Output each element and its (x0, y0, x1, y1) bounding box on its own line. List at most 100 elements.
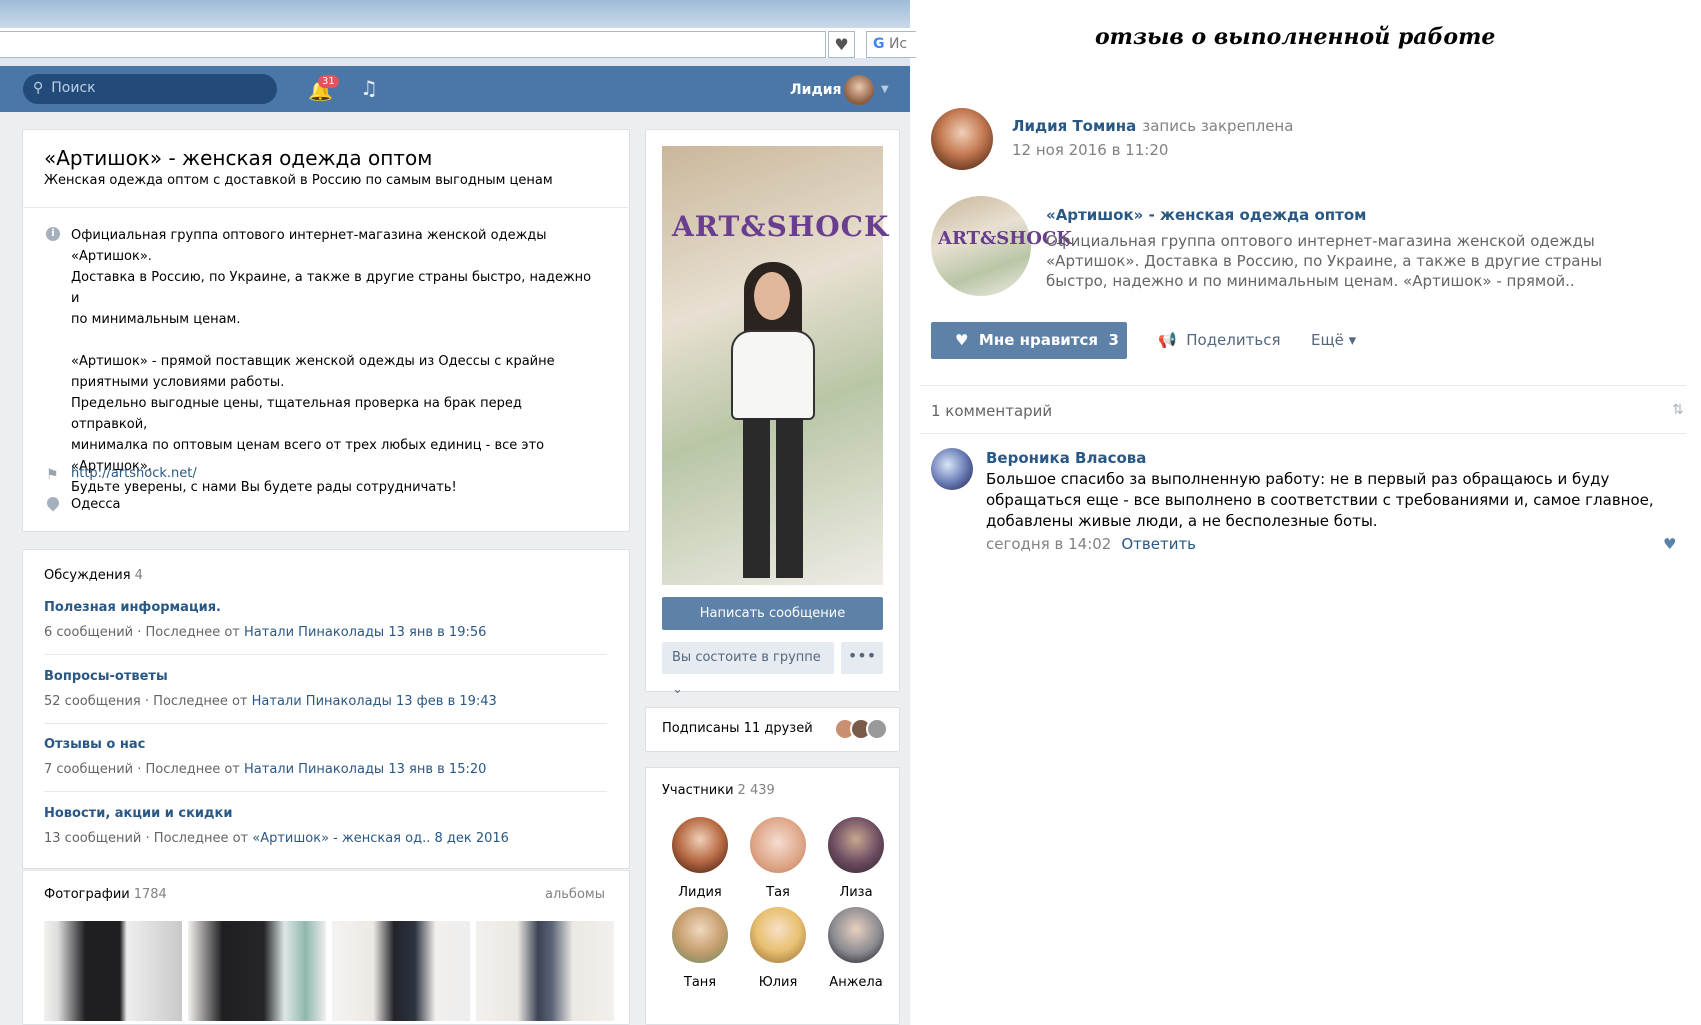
more-button[interactable]: ••• (841, 642, 883, 674)
member-avatar[interactable] (672, 817, 728, 873)
member-name[interactable]: Таня (660, 975, 740, 990)
topic-date-link[interactable]: 13 янв в 15:20 (388, 762, 486, 777)
music-icon[interactable]: ♫ (360, 76, 378, 100)
send-message-button[interactable]: Написать сообщение (662, 597, 883, 630)
group-website-link[interactable]: http://artshock.net/ (71, 466, 197, 481)
repost-text: Официальная группа оптового интернет-маг… (1046, 232, 1603, 290)
reply-link[interactable]: Ответить (1121, 535, 1196, 553)
browser-tabstrip (0, 0, 910, 28)
membership-button[interactable]: Вы состоите в группе ⌄ (662, 642, 834, 697)
member-avatar[interactable] (750, 817, 806, 873)
topic-date-link[interactable]: 8 дек 2016 (434, 831, 508, 846)
topic-author-link[interactable]: Натали Пинаколады (244, 762, 384, 777)
topic-meta-4: 13 сообщений · Последнее от «Артишок» - … (44, 831, 509, 846)
repost-title[interactable]: «Артишок» - женская одежда оптом (1046, 206, 1366, 224)
topic-author-link[interactable]: Натали Пинаколады (244, 625, 384, 640)
albums-link[interactable]: альбомы (545, 887, 605, 902)
topic-title-4[interactable]: Новости, акции и скидки (44, 806, 232, 821)
member-name[interactable]: Юлия (738, 975, 818, 990)
topic-last-prefix: Последнее от (145, 625, 240, 640)
member-name[interactable]: Лиза (816, 885, 896, 900)
post-author-link[interactable]: Лидия Томина (1012, 117, 1136, 135)
member-avatar[interactable] (750, 907, 806, 963)
more-label: Ещё (1311, 331, 1344, 349)
member-name[interactable]: Лидия (660, 885, 740, 900)
post-date[interactable]: 12 ноя 2016 в 11:20 (1012, 141, 1168, 159)
topic-count: 52 сообщения (44, 694, 141, 709)
chevron-down-icon: ⌄ (672, 682, 683, 697)
topic-author-link[interactable]: «Артишок» - женская од.. (252, 831, 430, 846)
discussions-label: Обсуждения (44, 568, 131, 583)
photo-thumbnail[interactable] (476, 921, 614, 1021)
heart-icon[interactable]: ♥ (1663, 535, 1676, 553)
topic-meta-1: 6 сообщений · Последнее от Натали Пинако… (44, 625, 487, 640)
divider (920, 385, 1686, 386)
divider (22, 207, 630, 208)
photo-thumbnail[interactable] (332, 921, 470, 1021)
member-avatar[interactable] (828, 817, 884, 873)
link-icon: ⚑ (46, 467, 59, 483)
topic-count: 13 сообщений (44, 831, 142, 846)
divider (920, 433, 1686, 434)
megaphone-icon: 📢 (1158, 331, 1177, 349)
pinned-label: запись закреплена (1142, 117, 1294, 135)
like-label: Мне нравится (978, 331, 1099, 349)
share-label: Поделиться (1186, 331, 1281, 349)
friends-subscribed[interactable]: Подписаны 11 друзей (662, 721, 813, 736)
member-name[interactable]: Анжела (816, 975, 896, 990)
post-more-button[interactable]: Ещё ▾ (1311, 331, 1356, 349)
like-button[interactable]: ♥ Мне нравится 3 (931, 322, 1127, 359)
notifications-badge: 31 (318, 75, 339, 88)
discussions-count: 4 (134, 568, 143, 583)
photo-thumbnail[interactable] (188, 921, 326, 1021)
search-input[interactable]: ⚲ Поиск (23, 74, 277, 104)
divider (44, 791, 607, 792)
post-author-avatar[interactable] (931, 108, 993, 170)
comment-meta: сегодня в 14:02 Ответить (986, 535, 1196, 553)
group-title: «Артишок» - женская одежда оптом (44, 146, 433, 170)
topic-title-3[interactable]: Отзывы о нас (44, 737, 145, 752)
chevron-down-icon[interactable]: ▼ (881, 84, 889, 95)
membership-label: Вы состоите в группе (672, 650, 821, 665)
discussions-title[interactable]: Обсуждения 4 (44, 568, 143, 583)
heart-icon: ♥ (955, 331, 969, 349)
topic-title-1[interactable]: Полезная информация. (44, 600, 221, 615)
members-title[interactable]: Участники 2 439 (662, 783, 775, 798)
photos-title[interactable]: Фотографии 1784 (44, 887, 167, 902)
topic-date-link[interactable]: 13 фев в 19:43 (396, 694, 497, 709)
header-user-name[interactable]: Лидия (790, 82, 842, 98)
topic-date-link[interactable]: 13 янв в 19:56 (388, 625, 486, 640)
photos-count: 1784 (133, 887, 167, 902)
comment-author-avatar[interactable] (931, 448, 973, 490)
topic-title-2[interactable]: Вопросы-ответы (44, 669, 168, 684)
member-name[interactable]: Тая (738, 885, 818, 900)
member-avatar[interactable] (672, 907, 728, 963)
topic-author-link[interactable]: Натали Пинаколады (252, 694, 392, 709)
model-legs (743, 418, 803, 578)
group-description: Официальная группа оптового интернет-маг… (71, 228, 592, 495)
photo-thumbnail[interactable] (44, 921, 182, 1021)
like-count: 3 (1108, 331, 1119, 349)
address-bar[interactable] (0, 31, 826, 58)
browser-search-box[interactable]: G Ис (866, 31, 916, 58)
topic-last-prefix: Последнее от (153, 694, 248, 709)
topic-count: 6 сообщений (44, 625, 134, 640)
search-placeholder: Поиск (51, 80, 96, 96)
browser-toolbar-gap (0, 58, 910, 66)
sort-icon[interactable]: ⇅ (1672, 402, 1684, 418)
share-button[interactable]: 📢 Поделиться (1158, 331, 1280, 349)
header-avatar[interactable] (844, 75, 874, 105)
comment-time[interactable]: сегодня в 14:02 (986, 535, 1111, 553)
members-count: 2 439 (737, 783, 775, 798)
favorite-icon[interactable]: ♥ (828, 31, 855, 58)
friend-avatar[interactable] (866, 718, 888, 740)
divider (44, 654, 607, 655)
topic-meta-3: 7 сообщений · Последнее от Натали Пинако… (44, 762, 487, 777)
comment-author[interactable]: Вероника Власова (986, 449, 1146, 467)
members-label: Участники (662, 783, 734, 798)
member-avatar[interactable] (828, 907, 884, 963)
topic-last-prefix: Последнее от (145, 762, 240, 777)
brand-logo: ART&SHOCK (672, 210, 890, 243)
topic-meta-2: 52 сообщения · Последнее от Натали Пинак… (44, 694, 497, 709)
photos-label: Фотографии (44, 887, 130, 902)
